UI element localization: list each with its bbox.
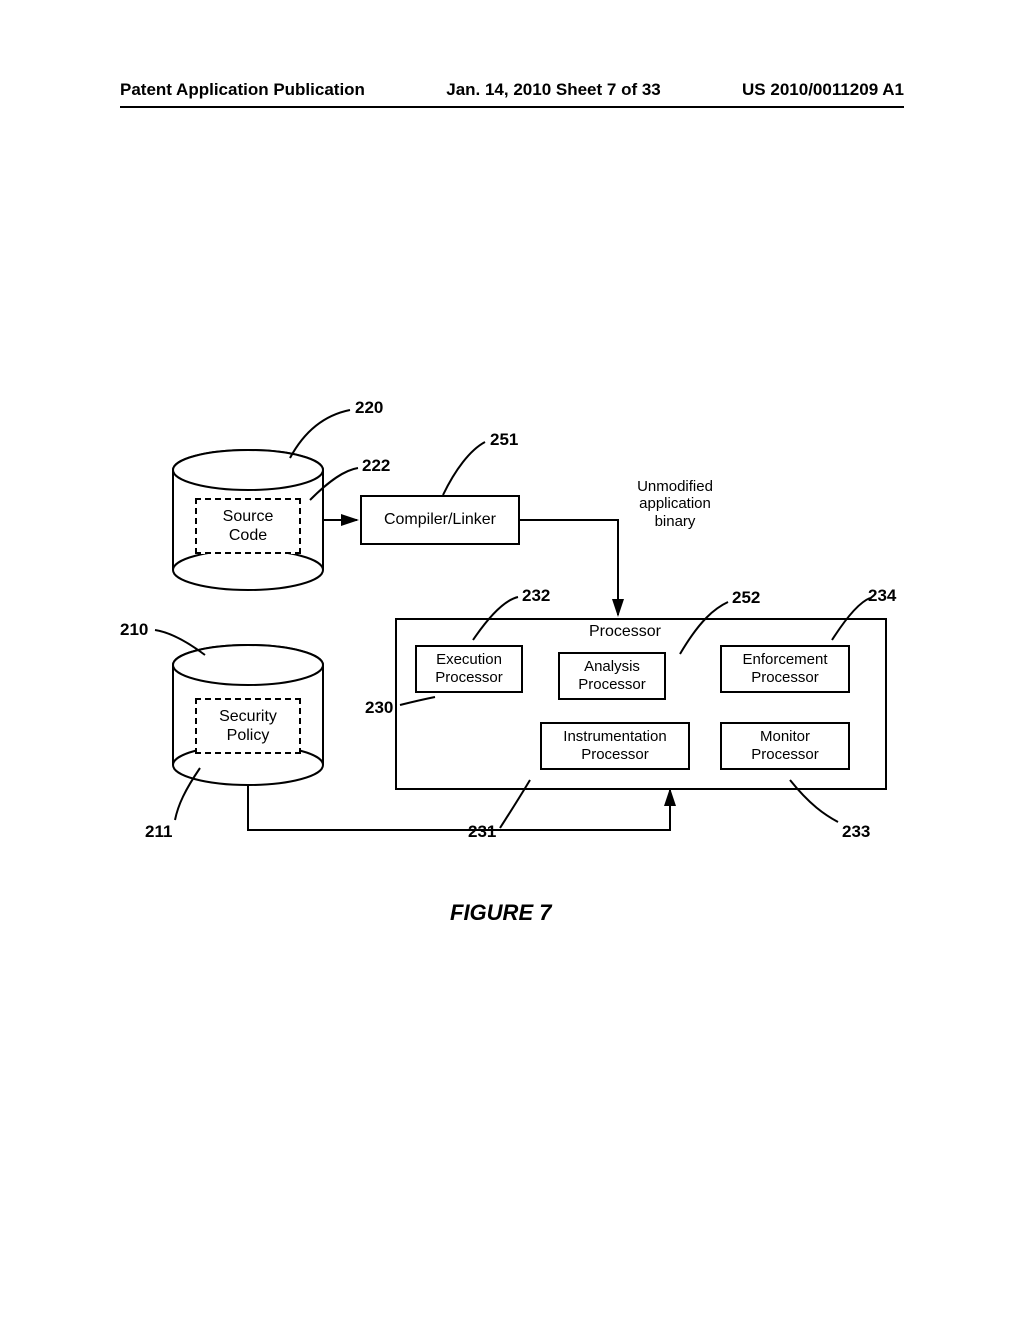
- ref-231: 231: [468, 822, 496, 842]
- figure-title: FIGURE 7: [450, 900, 551, 926]
- ref-220: 220: [355, 398, 383, 418]
- compiler-linker-box: Compiler/Linker: [360, 495, 520, 545]
- enforcement-processor-box: Enforcement Processor: [720, 645, 850, 693]
- source-code-label: Source Code: [223, 507, 274, 545]
- ref-230: 230: [365, 698, 393, 718]
- analysis-processor-label: Analysis Processor: [578, 658, 646, 694]
- enforcement-processor-label: Enforcement Processor: [742, 651, 827, 687]
- execution-processor-label: Execution Processor: [435, 651, 503, 687]
- analysis-processor-box: Analysis Processor: [558, 652, 666, 700]
- ref-232: 232: [522, 586, 550, 606]
- monitor-processor-box: Monitor Processor: [720, 722, 850, 770]
- monitor-processor-label: Monitor Processor: [751, 728, 819, 764]
- ref-211: 211: [145, 822, 172, 842]
- unmodified-binary-label: Unmodified application binary: [620, 478, 730, 530]
- instrumentation-processor-label: Instrumentation Processor: [563, 728, 666, 764]
- source-code-box: Source Code: [195, 498, 301, 554]
- diagram: Source Code Security Policy Compiler/Lin…: [0, 0, 1024, 1320]
- execution-processor-box: Execution Processor: [415, 645, 523, 693]
- instrumentation-processor-box: Instrumentation Processor: [540, 722, 690, 770]
- security-policy-box: Security Policy: [195, 698, 301, 754]
- ref-234: 234: [868, 586, 896, 606]
- processor-title: Processor: [580, 623, 670, 641]
- ref-233: 233: [842, 822, 870, 842]
- ref-251: 251: [490, 430, 518, 450]
- ref-210: 210: [120, 620, 148, 640]
- ref-222: 222: [362, 456, 390, 476]
- ref-252: 252: [732, 588, 760, 608]
- security-policy-label: Security Policy: [219, 707, 277, 745]
- compiler-linker-label: Compiler/Linker: [384, 510, 496, 529]
